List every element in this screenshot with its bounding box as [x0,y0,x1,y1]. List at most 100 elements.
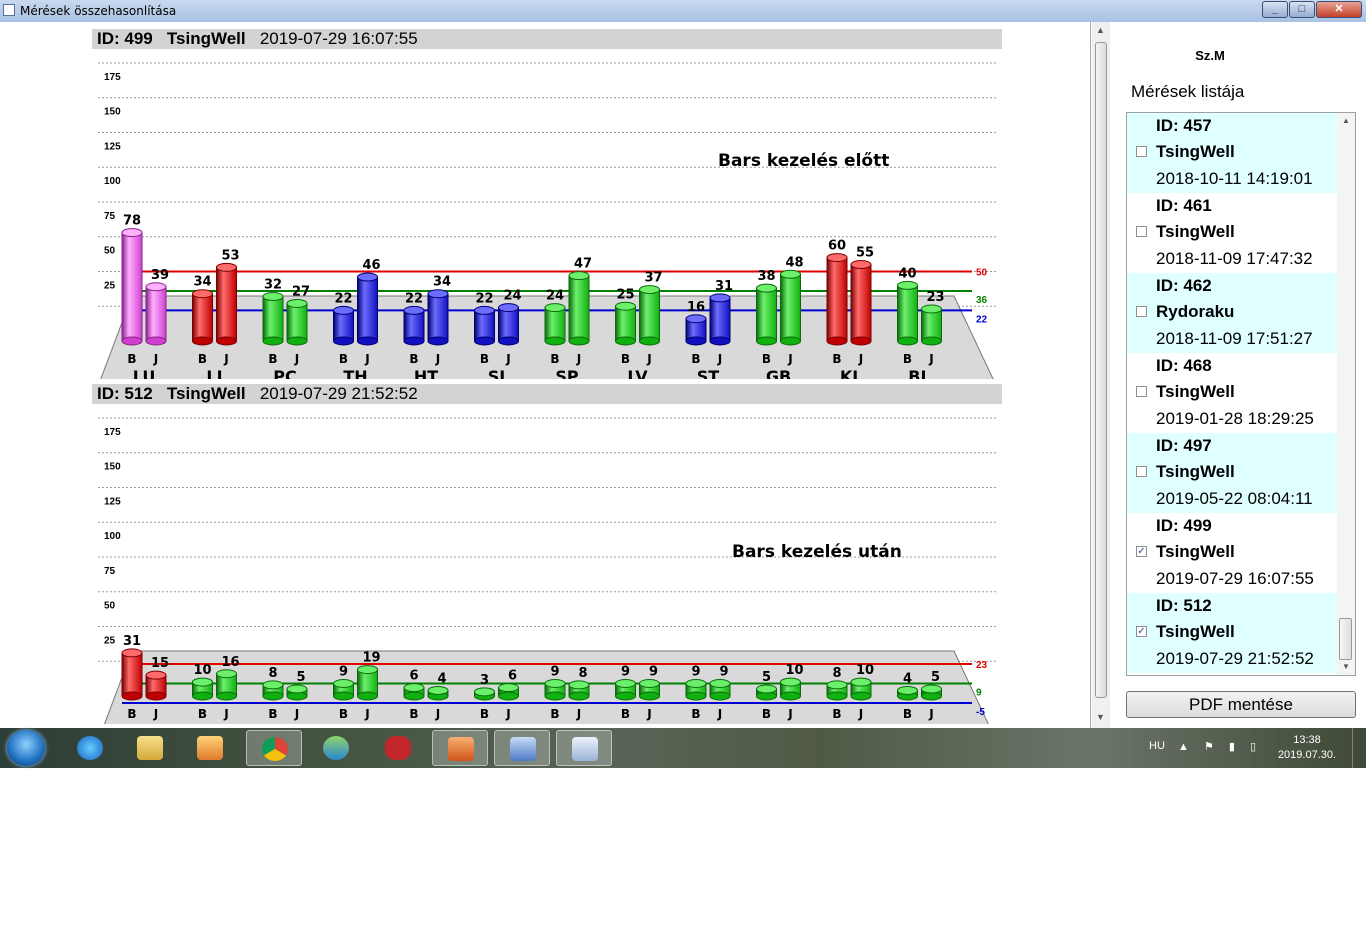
clock[interactable]: 13:38 2019.07.30. [1274,733,1340,763]
show-desktop-button[interactable] [1352,728,1366,768]
measurement-date: 2018-11-09 17:51:27 [1156,329,1313,348]
bar-value-label: 4 [437,671,446,686]
maximize-button[interactable]: □ [1289,1,1315,18]
measurement-checkbox[interactable]: ✓ [1136,546,1147,557]
close-button[interactable]: ✕ [1316,1,1362,18]
taskbar-volume[interactable] [432,730,488,766]
bar-sublabel: J [787,707,792,721]
scroll-down-arrow[interactable]: ▼ [1096,712,1105,722]
y-tick-label: 50 [104,246,116,257]
bar-LU-B [121,648,143,701]
bar-value-label: 22 [475,291,493,306]
bar-sublabel: J [364,707,369,721]
bar-sublabel: J [153,352,158,366]
measurement-checkbox[interactable] [1136,386,1147,397]
save-pdf-button[interactable]: PDF mentése [1126,691,1356,718]
list-item[interactable]: ✓ ID: 512 TsingWell 2019-07-29 21:52:52 [1127,593,1337,673]
bar-TH-B [333,678,354,701]
measurement-checkbox[interactable]: ✓ [1136,626,1147,637]
list-item[interactable]: ID: 462 Rydoraku 2018-11-09 17:51:27 [1127,273,1337,353]
bar-BL-B [897,685,918,701]
chart-device: TsingWell [166,29,246,48]
chart-header: ID: 499 TsingWell 2019-07-29 16:07:55 [92,29,1002,49]
category-label: LI [206,722,222,724]
category-label: SI [488,722,505,724]
bar-sublabel: J [787,352,792,366]
taskbar-app-red[interactable] [370,730,426,766]
bar-SP-B [544,678,566,701]
bar-sublabel: J [717,352,722,366]
language-indicator[interactable]: HU [1149,740,1165,752]
bar-GB-B [756,283,777,346]
bar-KI-J [850,677,872,701]
y-tick-label: 25 [104,280,116,291]
bar-LV-J [639,285,660,346]
bar-TH-J [357,272,378,346]
bar-sublabel: J [435,352,440,366]
bar-value-label: 22 [405,291,423,306]
scroll-thumb[interactable] [1095,42,1107,698]
window-title: Mérések összehasonlítása [20,4,177,18]
measurement-list[interactable]: ✓ ID: 512 TsingWell 2019-07-29 21:52:52 ✓ ID:… [1126,112,1356,676]
bar-sublabel: B [762,707,771,721]
reference-line-label: -5 [976,707,985,718]
bar-HT-J [427,289,449,346]
bar-sublabel: B [198,707,207,721]
minimize-button[interactable]: _ [1262,1,1288,18]
bar-sublabel: J [646,352,651,366]
bar-PC-J [286,684,308,701]
category-label: SP [555,367,579,379]
measurement-checkbox[interactable] [1136,146,1147,157]
bar-sublabel: J [646,707,651,721]
bar-SP-J [568,680,590,701]
bar-sublabel: B [409,707,418,721]
tray-icons[interactable]: ▲ ⚑ ▮ ▯ [1178,740,1262,753]
scroll-up-arrow[interactable]: ▲ [1096,25,1105,35]
taskbar-keyboard[interactable] [494,730,550,766]
bar-value-label: 39 [151,268,169,283]
category-label: LI [206,367,222,379]
start-button[interactable] [7,730,45,766]
measurement-checkbox[interactable] [1136,306,1147,317]
list-scroll-down-arrow[interactable]: ▼ [1342,662,1350,671]
reference-line-label: 50 [976,268,988,279]
y-tick-label: 50 [104,601,116,612]
category-label: HT [414,722,438,724]
list-item[interactable]: ID: 468 TsingWell 2019-01-28 18:29:25 [1127,353,1337,433]
taskbar-explorer[interactable] [122,730,178,766]
list-item[interactable]: ID: 497 TsingWell 2019-05-22 08:04:11 [1127,433,1337,513]
y-tick-label: 25 [104,635,116,646]
taskbar-internet-explorer[interactable] [62,730,118,766]
bar-ST-B [685,678,707,701]
bar-value-label: 10 [785,663,803,678]
taskbar-chrome[interactable] [246,730,302,766]
clock-time: 13:38 [1293,734,1321,746]
list-item[interactable]: ✓ ID: 499 TsingWell 2019-07-29 16:07:55 [1127,513,1337,593]
bar-sublabel: B [480,352,489,366]
y-tick-label: 150 [104,107,121,118]
bar-value-label: 48 [785,255,803,270]
list-scrollbar[interactable]: ▲ ▼ [1337,113,1355,675]
bar-sublabel: B [198,352,207,366]
list-item[interactable]: ID: 461 TsingWell 2018-11-09 17:47:32 [1127,193,1337,273]
bar-GB-B [756,684,777,701]
list-scroll-up-arrow[interactable]: ▲ [1342,116,1350,125]
list-item[interactable]: ID: 457 TsingWell 2018-10-11 14:19:01 [1127,113,1337,193]
measurement-date: 2018-10-11 14:19:01 [1156,169,1313,188]
list-scroll-thumb[interactable] [1339,618,1352,660]
bar-value-label: 4 [903,671,912,686]
user-label: Sz.M [1195,48,1225,63]
taskbar-media-player[interactable] [182,730,238,766]
chart-id: ID: 499 [97,29,153,48]
measurement-device: TsingWell [1156,542,1235,561]
chart-scrollbar[interactable]: ▲ ▼ [1092,22,1110,728]
taskbar-current-app[interactable] [556,730,612,766]
bar-value-label: 24 [503,289,521,304]
reference-line-label: 36 [976,295,988,306]
taskbar-messenger[interactable] [308,730,364,766]
bar-sublabel: B [268,352,277,366]
y-tick-label: 100 [104,531,121,542]
bar-SI-J [498,303,519,346]
measurement-checkbox[interactable] [1136,226,1147,237]
measurement-checkbox[interactable] [1136,466,1147,477]
